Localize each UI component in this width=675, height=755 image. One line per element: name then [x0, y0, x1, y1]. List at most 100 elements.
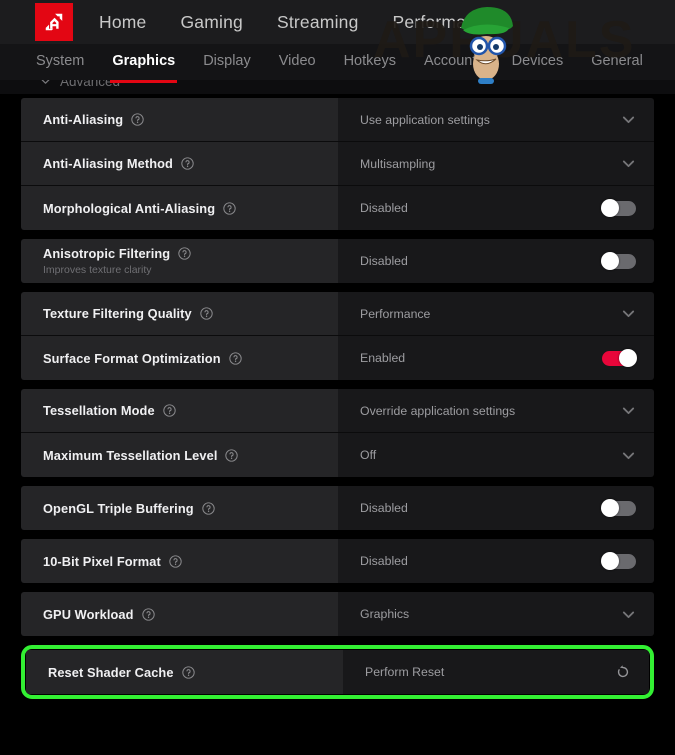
tab-video[interactable]: Video	[279, 53, 316, 71]
help-circle-icon[interactable]	[178, 247, 191, 260]
toggle-switch[interactable]	[601, 199, 636, 217]
setting-value-text: Disabled	[360, 554, 408, 568]
setting-row: OpenGL Triple Buffering Disabled	[21, 486, 654, 530]
setting-value-cell: Enabled	[338, 336, 654, 380]
setting-label-cell: Texture Filtering Quality	[21, 292, 338, 335]
help-circle-icon[interactable]	[131, 113, 144, 126]
setting-label-text: OpenGL Triple Buffering	[43, 500, 194, 516]
setting-label: Anti-Aliasing Method	[43, 156, 338, 171]
settings-card: Anisotropic Filtering Improves texture cl…	[21, 239, 654, 283]
setting-label: GPU Workload	[43, 607, 338, 622]
topnav-item-home[interactable]: Home	[99, 12, 146, 33]
sub-navigation-bar: System Graphics Display Video Hotkeys Ac…	[0, 44, 675, 83]
tab-devices[interactable]: Devices	[512, 53, 564, 71]
setting-label-cell: Maximum Tessellation Level	[21, 433, 338, 477]
chevron-down-icon[interactable]	[621, 112, 636, 127]
settings-card-highlighted: Reset Shader Cache Perform Reset	[21, 645, 654, 699]
setting-label-cell: Anti-Aliasing	[21, 98, 338, 141]
help-circle-icon[interactable]	[225, 448, 239, 462]
toggle-switch[interactable]	[601, 552, 636, 570]
setting-row: Morphological Anti-Aliasing Disabled	[21, 186, 654, 230]
setting-value-cell[interactable]: Use application settings	[338, 98, 654, 141]
topnav-item-gaming[interactable]: Gaming	[180, 12, 242, 33]
setting-label: Surface Format Optimization	[43, 351, 338, 366]
setting-value-text: Off	[360, 448, 377, 462]
setting-row: Anti-Aliasing Use application settings	[21, 98, 654, 142]
setting-row: Tessellation Mode Override application se…	[21, 389, 654, 433]
setting-label-text: Tessellation Mode	[43, 403, 155, 418]
help-circle-icon[interactable]	[169, 554, 182, 568]
settings-list: Anti-Aliasing Use application settings Ant…	[0, 94, 675, 699]
chevron-down-icon[interactable]	[621, 156, 636, 171]
chevron-down-icon[interactable]	[621, 607, 636, 622]
help-circle-icon[interactable]	[223, 201, 236, 215]
tab-accounts[interactable]: Accounts	[424, 53, 484, 71]
setting-value-text: Multisampling	[360, 156, 436, 171]
setting-label-cell: 10-Bit Pixel Format	[21, 539, 338, 583]
setting-value-cell: Disabled	[338, 486, 654, 530]
reset-arrow-icon[interactable]	[615, 664, 631, 680]
setting-label: Reset Shader Cache	[48, 665, 343, 680]
setting-label-cell: GPU Workload	[21, 592, 338, 636]
setting-label-cell: Morphological Anti-Aliasing	[21, 186, 338, 230]
settings-card: Anti-Aliasing Use application settings Ant…	[21, 98, 654, 230]
setting-row: GPU Workload Graphics	[21, 592, 654, 636]
setting-row: Maximum Tessellation Level Off	[21, 433, 654, 477]
setting-label-cell: Surface Format Optimization	[21, 336, 338, 380]
chevron-down-icon[interactable]	[621, 306, 636, 321]
top-navigation-bar: Home Gaming Streaming Performance	[0, 0, 675, 44]
setting-value-cell[interactable]: Perform Reset	[343, 650, 649, 694]
setting-label-text: Texture Filtering Quality	[43, 306, 192, 321]
tab-hotkeys[interactable]: Hotkeys	[344, 53, 396, 71]
setting-value-text: Enabled	[360, 351, 406, 365]
setting-value-cell: Disabled	[338, 186, 654, 230]
help-circle-icon[interactable]	[163, 404, 176, 417]
chevron-down-icon[interactable]	[621, 448, 636, 463]
setting-value-text: Override application settings	[360, 403, 516, 418]
setting-row: Surface Format Optimization Enabled	[21, 336, 654, 380]
tab-general[interactable]: General	[591, 53, 643, 71]
setting-value-cell[interactable]: Performance	[338, 292, 654, 335]
setting-label: Morphological Anti-Aliasing	[43, 201, 338, 216]
advanced-section-header[interactable]: Advanced	[0, 80, 675, 94]
topnav-item-performance[interactable]: Performance	[393, 12, 495, 33]
toggle-switch[interactable]	[602, 349, 637, 367]
setting-value-cell[interactable]: Override application settings	[338, 389, 654, 432]
tab-display[interactable]: Display	[203, 53, 251, 71]
setting-label-text: 10-Bit Pixel Format	[43, 553, 161, 569]
setting-value-cell[interactable]: Off	[338, 433, 654, 477]
setting-value-cell: Disabled	[338, 239, 654, 283]
setting-label-cell: Reset Shader Cache	[26, 650, 343, 694]
help-circle-icon[interactable]	[181, 157, 194, 170]
setting-label: Tessellation Mode	[43, 403, 338, 418]
help-circle-icon[interactable]	[201, 501, 215, 515]
setting-row: Anti-Aliasing Method Multisampling	[21, 142, 654, 186]
setting-label: Texture Filtering Quality	[43, 306, 338, 321]
help-circle-icon[interactable]	[200, 307, 213, 320]
settings-card: GPU Workload Graphics	[21, 592, 654, 636]
toggle-knob	[601, 552, 619, 570]
setting-row: Reset Shader Cache Perform Reset	[26, 650, 649, 694]
setting-row: Texture Filtering Quality Performance	[21, 292, 654, 336]
setting-label: Anti-Aliasing	[43, 112, 338, 127]
setting-value-cell[interactable]: Multisampling	[338, 142, 654, 185]
tab-graphics[interactable]: Graphics	[110, 53, 178, 83]
toggle-switch[interactable]	[601, 252, 636, 270]
setting-row: Anisotropic Filtering Improves texture cl…	[21, 239, 654, 283]
setting-value-cell[interactable]: Graphics	[338, 592, 654, 636]
chevron-down-icon[interactable]	[621, 403, 636, 418]
toggle-knob	[601, 199, 619, 217]
toggle-switch[interactable]	[601, 499, 636, 517]
setting-value-text: Graphics	[360, 607, 410, 621]
settings-card: 10-Bit Pixel Format Disabled	[21, 539, 654, 583]
help-circle-icon[interactable]	[228, 351, 242, 365]
setting-value-text: Use application settings	[360, 112, 490, 127]
amd-logo-icon[interactable]	[35, 3, 73, 41]
setting-label: OpenGL Triple Buffering	[43, 501, 338, 516]
help-circle-icon[interactable]	[141, 607, 155, 621]
settings-card: OpenGL Triple Buffering Disabled	[21, 486, 654, 530]
tab-system[interactable]: System	[36, 53, 84, 71]
topnav-item-streaming[interactable]: Streaming	[277, 12, 359, 33]
help-circle-icon[interactable]	[181, 665, 195, 679]
setting-label-cell: Anti-Aliasing Method	[21, 142, 338, 185]
